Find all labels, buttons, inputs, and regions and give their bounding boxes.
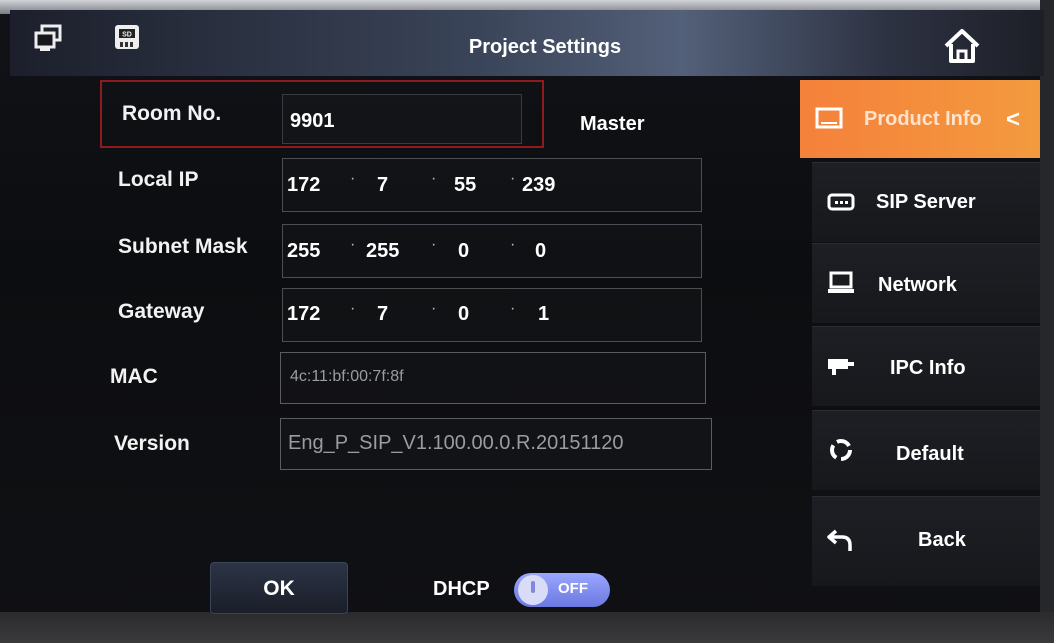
nav-label-default: Default — [896, 443, 964, 465]
nav-item-default[interactable]: Default — [812, 410, 1040, 490]
nav-label-ipc-info: IPC Info — [890, 357, 966, 379]
nav-label-back: Back — [918, 529, 966, 551]
local-ip-label: Local IP — [118, 168, 199, 191]
mac-value: 4c:11:bf:00:7f:8f — [290, 368, 404, 385]
product-info-icon — [815, 107, 843, 129]
home-icon[interactable] — [940, 24, 984, 68]
room-no-value: 9901 — [290, 110, 335, 132]
ip-separator: · — [510, 170, 516, 187]
device-screen: SD Project Settings Room No. 9901 Master… — [0, 0, 1054, 643]
nav-item-back[interactable]: Back — [812, 496, 1040, 586]
ip-separator: · — [431, 170, 437, 187]
subnet-mask-octet-4[interactable]: 0 — [535, 240, 546, 263]
gateway-octet-1[interactable]: 172 — [287, 303, 320, 326]
ip-separator: · — [350, 170, 356, 187]
local-ip-octet-4[interactable]: 239 — [522, 174, 555, 197]
subnet-mask-octet-3[interactable]: 0 — [458, 240, 469, 263]
svg-text:SD: SD — [122, 32, 132, 39]
chevron-left-icon: < — [1006, 106, 1021, 133]
sd-card-icon[interactable]: SD — [112, 22, 142, 52]
ip-separator: · — [350, 300, 356, 317]
gateway-label: Gateway — [118, 300, 205, 323]
gateway-input[interactable] — [282, 288, 702, 342]
subnet-mask-octet-1[interactable]: 255 — [287, 240, 320, 263]
page-title: Project Settings — [468, 36, 622, 58]
ip-separator: · — [431, 236, 437, 253]
local-ip-octet-3[interactable]: 55 — [454, 174, 476, 197]
nav-item-ipc-info[interactable]: IPC Info — [812, 326, 1040, 406]
nav-label-sip-server: SIP Server — [876, 191, 976, 213]
dhcp-label: DHCP — [433, 578, 490, 600]
version-label: Version — [114, 432, 190, 455]
nav-item-network[interactable]: Network — [812, 243, 1040, 323]
nav-item-sip-server[interactable]: SIP Server — [812, 162, 1040, 242]
nav-label-product-info: Product Info — [864, 108, 982, 130]
version-value: Eng_P_SIP_V1.100.00.0.R.20151120 — [288, 432, 624, 454]
ip-separator: · — [510, 300, 516, 317]
gateway-octet-2[interactable]: 7 — [377, 303, 388, 326]
room-no-label: Room No. — [122, 102, 222, 125]
recycle-icon — [830, 439, 852, 461]
device-bezel-right — [1040, 0, 1054, 643]
dhcp-state-text: OFF — [558, 580, 588, 597]
ok-button[interactable]: OK — [210, 562, 348, 614]
sip-server-icon — [827, 193, 855, 211]
monitor-copy-icon[interactable] — [34, 24, 64, 52]
device-bezel-bottom — [0, 612, 1054, 643]
local-ip-input[interactable] — [282, 158, 702, 212]
role-master-label: Master — [580, 113, 645, 135]
subnet-mask-input[interactable] — [282, 224, 702, 278]
mac-label: MAC — [110, 365, 158, 388]
ip-separator: · — [350, 236, 356, 253]
nav-item-product-info[interactable]: Product Info < — [800, 80, 1040, 158]
dhcp-toggle-knob[interactable] — [518, 575, 548, 605]
subnet-mask-label: Subnet Mask — [118, 235, 248, 258]
ip-separator: · — [431, 300, 437, 317]
back-arrow-icon — [827, 529, 852, 551]
gateway-octet-3[interactable]: 0 — [458, 303, 469, 326]
ip-separator: · — [510, 236, 516, 253]
nav-label-network: Network — [878, 274, 957, 296]
local-ip-octet-1[interactable]: 172 — [287, 174, 320, 197]
network-icon — [828, 271, 854, 293]
camera-icon — [828, 359, 854, 375]
subnet-mask-octet-2[interactable]: 255 — [366, 240, 399, 263]
local-ip-octet-2[interactable]: 7 — [377, 174, 388, 197]
gateway-octet-4[interactable]: 1 — [538, 303, 549, 326]
dhcp-toggle[interactable]: OFF — [514, 573, 610, 607]
